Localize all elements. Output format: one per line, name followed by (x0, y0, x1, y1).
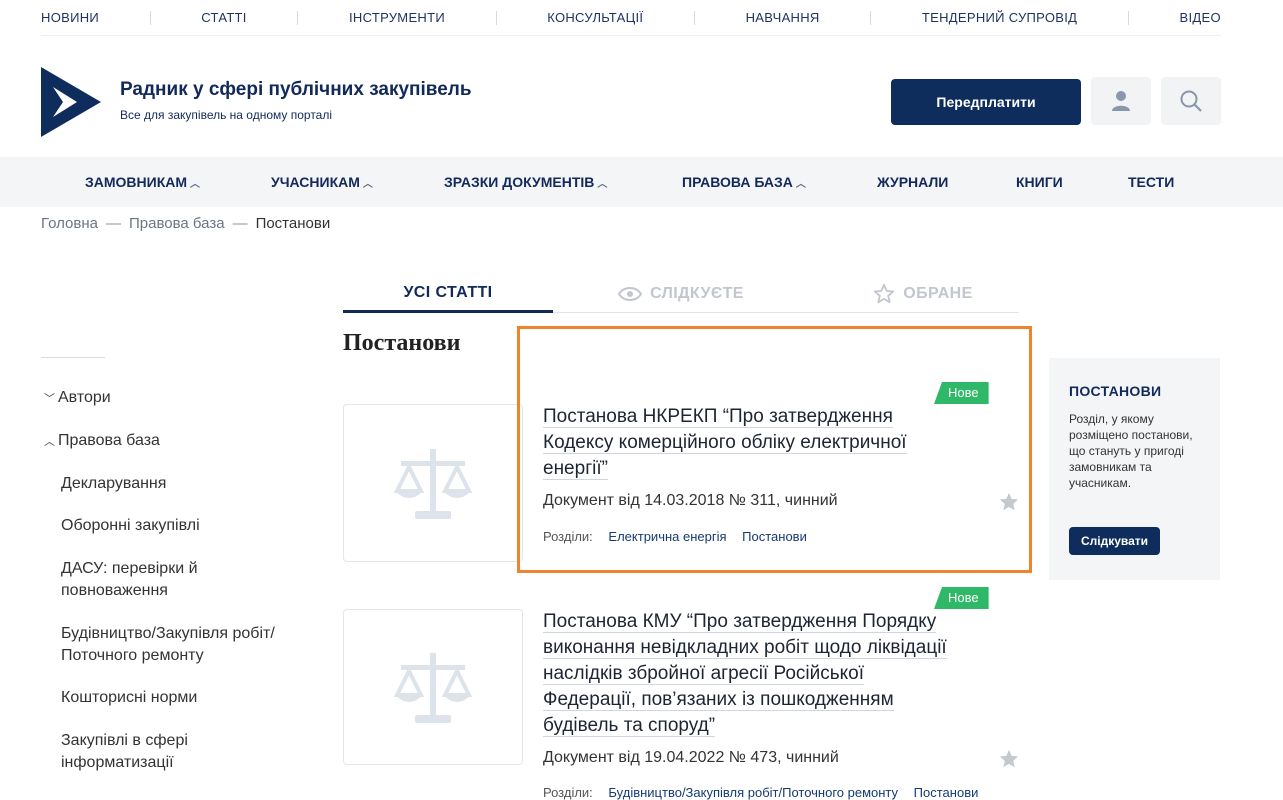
sidebar-item-construction[interactable]: Будівництво/Закупівля робіт/Поточного ре… (61, 623, 311, 667)
brand-title[interactable]: Радник у сфері публічних закупівель (120, 79, 472, 101)
article-tabs: УСІ СТАТТІ СЛІДКУЄТЕ ОБРАНЕ (343, 275, 1019, 313)
main-nav-tests[interactable]: ТЕСТИ (1128, 174, 1174, 190)
main-nav-books[interactable]: КНИГИ (1016, 174, 1063, 190)
top-nav-tender-support[interactable]: ТЕНДЕРНИЙ СУПРОВІД (922, 10, 1077, 25)
logo-icon[interactable] (41, 67, 101, 137)
article-title[interactable]: Постанова КМУ “Про затвердження Порядку … (543, 609, 1013, 739)
main-nav-customers[interactable]: ЗАМОВНИКАМ ︿ (85, 174, 200, 190)
main-nav-participants[interactable]: УЧАСНИКАМ ︿ (271, 174, 373, 190)
sidebar-group-authors[interactable]: ﹀ Автори (44, 389, 111, 407)
info-box-text: Розділ, у якому розміщено постанови, що … (1069, 412, 1193, 490)
user-icon (1112, 91, 1130, 111)
main-nav-journals[interactable]: ЖУРНАЛИ (877, 174, 948, 190)
info-box-title: ПОСТАНОВИ (1069, 383, 1162, 399)
main-nav-document-samples[interactable]: ЗРАЗКИ ДОКУМЕНТІВ ︿ (444, 174, 607, 190)
chevron-up-icon: ︿ (795, 179, 806, 190)
new-badge: Нове (934, 587, 989, 609)
section-info-box: ПОСТАНОВИ Розділ, у якому розміщено пост… (1049, 358, 1220, 580)
tab-favorites[interactable]: ОБРАНЕ (848, 275, 998, 313)
sidebar-group-legal-base[interactable]: ︿ Правова база (44, 432, 160, 450)
top-nav-learning[interactable]: НАВЧАННЯ (746, 10, 820, 25)
divider (149, 10, 151, 25)
article-thumbnail[interactable] (343, 609, 523, 765)
section-tag[interactable]: Будівництво/Закупівля робіт/Поточного ре… (608, 785, 898, 800)
top-nav-news[interactable]: НОВИНИ (41, 10, 99, 25)
section-tag[interactable]: Постанови (914, 785, 979, 800)
sidebar-item-declaration[interactable]: Декларування (61, 473, 311, 495)
tab-watching[interactable]: СЛІДКУЄТЕ (601, 275, 761, 313)
scales-icon (393, 449, 473, 519)
sidebar-item-dasu[interactable]: ДАСУ: перевірки й повноваження (61, 558, 251, 602)
sidebar-item-informatization[interactable]: Закупівлі в сфері інформатизації (61, 730, 251, 774)
page-title: Постанови (343, 330, 461, 356)
chevron-up-icon: ︿ (597, 179, 608, 190)
brand-subtitle: Все для закупівель на одному порталі (120, 108, 333, 122)
search-icon (1180, 90, 1202, 112)
top-nav-tools[interactable]: ІНСТРУМЕНТИ (349, 10, 445, 25)
chevron-up-icon: ︿ (190, 179, 201, 190)
highlight-frame (517, 326, 1032, 573)
breadcrumb-legal-base[interactable]: Правова база (129, 215, 225, 232)
top-nav-articles[interactable]: СТАТТІ (201, 10, 246, 25)
divider (693, 10, 695, 25)
breadcrumb-home[interactable]: Головна (41, 215, 98, 232)
divider (495, 10, 497, 25)
divider (1127, 10, 1129, 25)
breadcrumb-separator: — (232, 215, 248, 232)
sidebar-item-defense-procurement[interactable]: Оборонні закупівлі (61, 515, 311, 537)
star-icon (874, 283, 895, 304)
chevron-down-icon: ﹀ (44, 393, 55, 405)
sidebar-item-estimate-norms[interactable]: Кошторисні норми (61, 687, 311, 709)
search-button[interactable] (1161, 77, 1221, 125)
user-button[interactable] (1091, 77, 1151, 125)
sidebar-divider (41, 357, 105, 358)
eye-icon (618, 287, 643, 301)
breadcrumb-current: Постанови (255, 215, 331, 232)
subscribe-button[interactable]: Передплатити (891, 79, 1081, 125)
breadcrumb-separator: — (106, 215, 121, 232)
top-nav-video[interactable]: ВІДЕО (1180, 10, 1221, 25)
scales-icon (393, 653, 473, 723)
tab-all-articles[interactable]: УСІ СТАТТІ (343, 275, 553, 313)
article-sections: Розділи: Будівництво/Закупівля робіт/Пот… (543, 785, 979, 800)
divider (870, 10, 872, 25)
divider (297, 10, 299, 25)
main-nav-legal-base[interactable]: ПРАВОВА БАЗА ︿ (682, 174, 806, 190)
top-nav-consultations[interactable]: КОНСУЛЬТАЦІЇ (547, 10, 643, 25)
top-nav: НОВИНИ СТАТТІ ІНСТРУМЕНТИ КОНСУЛЬТАЦІЇ Н… (41, 0, 1221, 36)
chevron-up-icon: ︿ (362, 179, 373, 190)
star-icon[interactable] (998, 748, 1020, 770)
chevron-up-icon: ︿ (44, 436, 55, 448)
article-thumbnail[interactable] (343, 404, 523, 562)
article-meta: Документ від 19.04.2022 № 473, чинний (543, 749, 839, 766)
follow-button[interactable]: Слідкувати (1069, 527, 1160, 555)
breadcrumb: Головна — Правова база — Постанови (41, 215, 330, 232)
main-nav: ЗАМОВНИКАМ ︿ УЧАСНИКАМ ︿ ЗРАЗКИ ДОКУМЕНТІВ… (0, 157, 1283, 207)
